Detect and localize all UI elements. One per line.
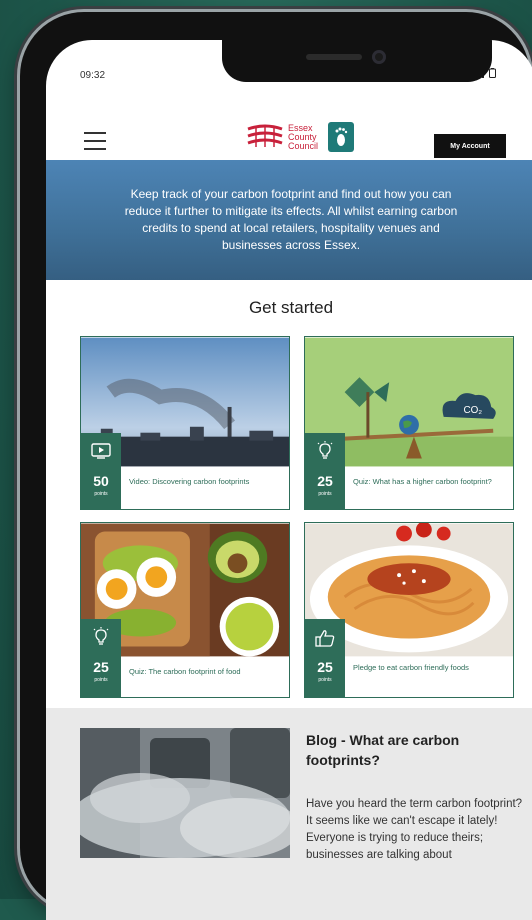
footprint-badge-icon [328,122,355,152]
council-name: Essex County Council [288,122,319,151]
co2-label: CO₂ [463,405,482,416]
blog-title[interactable]: Blog - What are carbon footprints? [306,730,506,770]
points-value: 25 [317,659,333,675]
speaker [306,54,362,60]
notch [222,40,492,82]
points-label: points [318,677,332,683]
video-icon [91,443,111,459]
menu-icon[interactable] [84,132,106,150]
blog-excerpt: Have you heard the term carbon footprint… [306,798,523,861]
council-logo[interactable]: Essex County Council [246,122,355,152]
council-crest-icon [247,124,283,147]
my-account-button[interactable]: My Account [434,134,506,158]
get-started-title: Get started [248,298,334,317]
camera [372,50,386,64]
card-title: Video: Discovering carbon footprints [129,477,250,486]
phone-screen: 09:32 Essex County Council My Account Ke… [46,40,532,920]
card-title: Quiz: What has a higher carbon footprint… [353,477,492,486]
thumbs-up-icon [315,630,335,647]
card-title: Quiz: The carbon footprint of food [129,667,241,676]
intro-text: Keep track of your carbon footprint and … [124,187,458,252]
blog-image[interactable] [80,728,290,858]
blog-section: Blog - What are carbon footprints? Have … [46,708,532,920]
points-value: 50 [93,473,109,489]
activity-card-pledge[interactable]: 25 points Pledge to eat carbon friendly … [304,522,514,698]
points-column: 25 points [81,619,121,697]
intro-banner: Keep track of your carbon footprint and … [46,160,532,280]
points-label: points [318,491,332,497]
points-column: 50 points [81,433,121,509]
points-value: 25 [93,659,109,675]
traffic-exhaust-image [80,728,290,858]
points-column: 25 points [305,619,345,697]
activity-card-video[interactable]: 50 points Video: Discovering carbon foot… [80,336,290,510]
battery-icon [489,68,496,78]
card-title: Pledge to eat carbon friendly foods [353,663,469,672]
points-label: points [94,491,108,497]
points-label: points [94,677,108,683]
points-column: 25 points [305,433,345,509]
phone-frame: 09:32 Essex County Council My Account Ke… [20,12,532,920]
status-time: 09:32 [80,70,106,81]
lightbulb-icon [93,627,109,645]
activity-card-quiz-higher-carbon[interactable]: CO₂ 25 points Quiz: What has a higher ca… [304,336,514,510]
points-value: 25 [317,473,333,489]
activity-card-quiz-food[interactable]: 25 points Quiz: The carbon footprint of … [80,522,290,698]
lightbulb-icon [317,441,333,459]
